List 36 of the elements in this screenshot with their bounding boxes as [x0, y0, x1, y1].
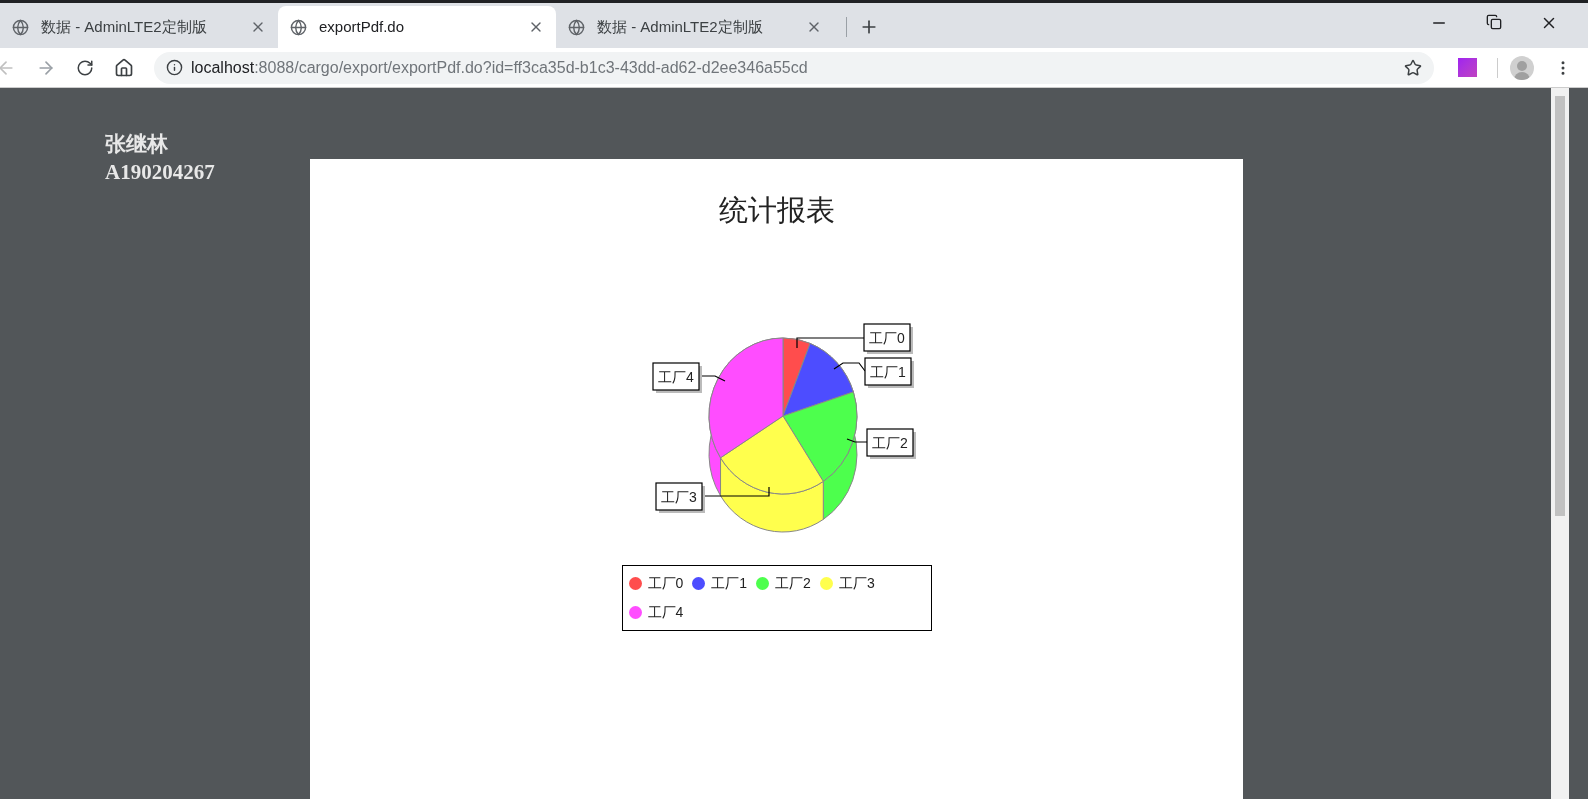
slice-label: 工厂0	[868, 329, 905, 346]
browser-tab[interactable]: exportPdf.do	[278, 6, 556, 48]
profile-avatar-icon[interactable]	[1510, 55, 1534, 80]
slice-label: 工厂2	[871, 434, 908, 451]
legend-label: 工厂1	[711, 573, 748, 593]
tab-title: 数据 - AdminLTE2定制版	[41, 16, 208, 37]
leader-line	[845, 437, 868, 443]
legend-label: 工厂4	[647, 602, 684, 622]
slice-label-box	[862, 322, 911, 352]
slice-label-box	[654, 481, 703, 511]
globe-icon	[12, 18, 29, 36]
watermark-name-text: A190204267	[105, 159, 215, 186]
slice-label: 工厂1	[869, 363, 906, 380]
slice-label-box	[863, 356, 912, 386]
slice-label: 工厂3	[660, 488, 697, 505]
url-text: localhost:8088/cargo/export/exportPdf.do?id=ff3ca35d-b1c3-43dd-ad62-d2ee346a55cd	[191, 57, 809, 78]
slice-label-box	[651, 361, 700, 391]
leader-line	[832, 361, 866, 372]
legend-label: 工厂0	[647, 573, 684, 593]
info-icon	[166, 59, 183, 76]
leader-line	[795, 336, 865, 349]
tab-title: exportPdf.do	[319, 16, 406, 37]
slice-label: 工厂4	[657, 368, 694, 385]
address-bar[interactable]: localhost:8088/cargo/export/exportPdf.do?id=ff3ca35d-b1c3-43dd-ad62-d2ee346a55cd	[154, 51, 1434, 84]
globe-icon	[290, 18, 307, 36]
globe-icon	[568, 18, 585, 36]
slice-label-box	[865, 427, 914, 457]
home-icon[interactable]	[114, 57, 134, 78]
report-title: 统计报表	[718, 193, 835, 228]
watermark-name-text: 张继林	[105, 131, 168, 158]
tab-title: 数据 - AdminLTE2定制版	[597, 16, 764, 37]
reload-icon[interactable]	[76, 58, 94, 77]
restore-icon[interactable]	[1486, 14, 1502, 30]
bookmark-star-icon[interactable]	[1404, 58, 1422, 77]
legend-label: 工厂3	[838, 573, 875, 593]
legend-label: 工厂2	[775, 573, 811, 593]
